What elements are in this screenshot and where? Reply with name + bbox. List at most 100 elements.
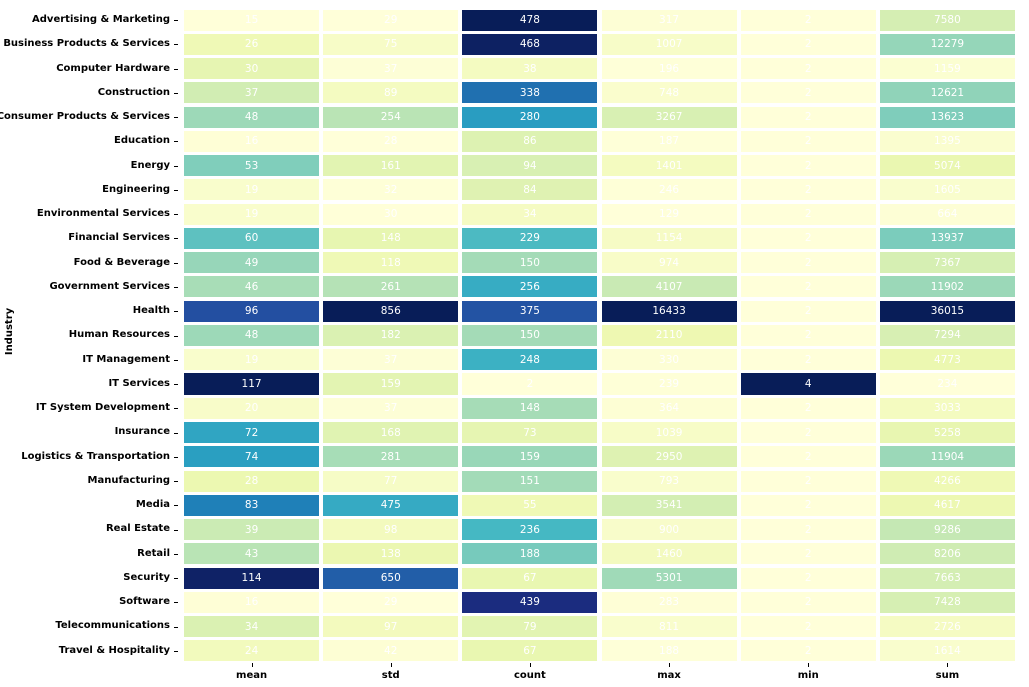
heatmap-cell: 2 [740, 397, 876, 419]
heatmap-cell: 261 [323, 276, 459, 298]
row-label: Engineering [102, 183, 170, 195]
column-label: max [657, 670, 681, 681]
x-axis-tick [390, 663, 392, 667]
heatmap-cell: 42 [323, 640, 459, 662]
heatmap-cell: 2 [740, 276, 876, 298]
row-label: Health [132, 305, 170, 317]
heatmap-cell: 46 [184, 276, 320, 298]
heatmap-cell: 98 [323, 519, 459, 541]
row-label: Media [135, 499, 170, 511]
y-axis-tick [174, 456, 178, 458]
heatmap-cell: 2 [740, 591, 876, 613]
row-label: Travel & Hospitality [58, 644, 170, 656]
heatmap-cell: 39 [184, 519, 320, 541]
heatmap-cell: 48 [184, 324, 320, 347]
x-axis-tick [947, 663, 949, 667]
row-label: Retail [137, 547, 170, 559]
heatmap-cell: 229 [462, 227, 598, 249]
heatmap-cell: 2 [740, 106, 876, 128]
heatmap-cell: 439 [462, 591, 598, 613]
heatmap-cell: 2 [740, 543, 876, 565]
column-label: std [381, 670, 400, 681]
row-label: Financial Services [68, 232, 170, 244]
x-axis-tick [529, 663, 531, 667]
x-axis-tick-labels: mean std count max min sum [182, 663, 1017, 687]
heatmap-cell: 811 [601, 616, 737, 638]
y-axis-tick [174, 384, 178, 386]
heatmap-cell: 148 [462, 397, 598, 419]
heatmap-cell: 29 [323, 9, 459, 31]
heatmap-cell: 12279 [879, 33, 1015, 55]
row-label: Insurance [114, 426, 170, 438]
heatmap-cell: 900 [601, 519, 737, 541]
y-axis-tick [174, 650, 178, 652]
y-axis-tick [174, 141, 178, 143]
heatmap-cell: 650 [323, 567, 459, 589]
heatmap-cell: 2 [740, 446, 876, 468]
heatmap-cell: 48 [184, 106, 320, 128]
heatmap-cell: 1605 [879, 179, 1015, 201]
heatmap-cell: 2 [740, 227, 876, 249]
row-label: Consumer Products & Services [0, 111, 170, 123]
heatmap-cell: 37 [323, 58, 459, 80]
heatmap-cell: 256 [462, 276, 598, 298]
row-label: Food & Beverage [73, 256, 170, 268]
heatmap-cell: 254 [323, 106, 459, 128]
heatmap-cell: 2 [740, 422, 876, 444]
heatmap-cell: 4617 [879, 494, 1015, 516]
heatmap-cell: 4107 [601, 276, 737, 298]
heatmap-cell: 16 [184, 591, 320, 613]
y-axis-tick [174, 529, 178, 531]
y-axis-tick [174, 44, 178, 46]
heatmap-cell: 118 [323, 252, 459, 274]
heatmap-cell: 2 [740, 9, 876, 31]
heatmap-cell: 246 [601, 179, 737, 201]
heatmap-cell: 75 [323, 33, 459, 55]
heatmap-cell: 2 [740, 179, 876, 201]
heatmap-cell: 159 [323, 373, 459, 395]
heatmap-cell: 150 [462, 324, 598, 347]
y-axis-tick [174, 262, 178, 264]
heatmap-cell: 117 [184, 373, 320, 395]
heatmap-cell: 32 [323, 179, 459, 201]
row-label: IT Services [108, 377, 170, 389]
heatmap-cell: 7294 [879, 324, 1015, 347]
heatmap-cell: 37 [184, 82, 320, 104]
heatmap-cell: 34 [462, 203, 598, 225]
heatmap-cell: 138 [323, 543, 459, 565]
heatmap-cell: 13937 [879, 227, 1015, 249]
heatmap-cell: 148 [323, 227, 459, 249]
row-label: Computer Hardware [56, 62, 170, 74]
heatmap-cell: 161 [323, 155, 459, 177]
row-label: Construction [97, 86, 170, 98]
heatmap-cell: 20 [184, 397, 320, 419]
heatmap-cell: 1007 [601, 33, 737, 55]
heatmap-cell: 37 [323, 397, 459, 419]
y-axis-tick [174, 553, 178, 555]
row-label: Government Services [49, 280, 170, 292]
y-axis-tick [174, 68, 178, 70]
heatmap-cell: 5301 [601, 567, 737, 589]
heatmap-cell: 2950 [601, 446, 737, 468]
heatmap-cell: 19 [184, 349, 320, 371]
heatmap-cell: 4266 [879, 470, 1015, 492]
heatmap-cell: 283 [601, 591, 737, 613]
heatmap-cell: 151 [462, 470, 598, 492]
heatmap-cell: 19 [184, 203, 320, 225]
heatmap-cell: 86 [462, 130, 598, 152]
heatmap-cell: 5074 [879, 155, 1015, 177]
heatmap-cell: 150 [462, 252, 598, 274]
row-label: Security [123, 571, 170, 583]
column-label: mean [236, 670, 268, 681]
y-axis-tick-labels: Advertising & Marketing Business Products… [0, 8, 178, 663]
heatmap-cell: 2 [740, 324, 876, 347]
heatmap-cell: 53 [184, 155, 320, 177]
y-axis-tick [174, 20, 178, 22]
heatmap-cell: 49 [184, 252, 320, 274]
heatmap-cell: 856 [323, 300, 459, 322]
y-axis-tick [174, 165, 178, 167]
heatmap-cell: 2 [740, 155, 876, 177]
heatmap-cell: 281 [323, 446, 459, 468]
x-axis-tick [251, 663, 253, 667]
heatmap-cell: 94 [462, 155, 598, 177]
